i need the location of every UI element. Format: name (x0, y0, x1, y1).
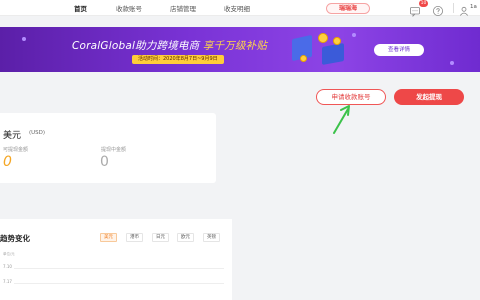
nav-item-transactions[interactable]: 收支明细 (224, 3, 250, 13)
currency-chip-hkd[interactable]: 港币 (126, 233, 143, 242)
banner-details-button[interactable]: 查看详情 (374, 44, 424, 56)
user-icon[interactable] (458, 2, 470, 16)
nav-divider (453, 3, 454, 13)
promo-banner[interactable]: CoralGlobal助力跨境电商 享千万级补贴 活动时间：2020年8月7日~… (0, 27, 480, 72)
axis-unit-label: 单位/元 (3, 252, 15, 256)
coin-icon (300, 55, 307, 62)
help-icon[interactable] (432, 2, 444, 16)
currency-chip-eur[interactable]: 欧元 (177, 233, 194, 242)
y-axis-tick: 7.17 (3, 279, 12, 284)
chart-gridline (14, 283, 224, 284)
currency-name: 美元 (3, 131, 22, 141)
coin-icon (318, 33, 328, 43)
chart-gridline (14, 268, 224, 269)
coin-icon (333, 37, 341, 45)
nav-item-home[interactable]: 首页 (74, 3, 87, 13)
nav-item-shops[interactable]: 店铺管理 (170, 3, 196, 13)
usd-balance-card: 美元 (USD) 可提现金额 提现中金额 0 0 (0, 113, 216, 183)
withdrawable-value: 0 (3, 154, 12, 170)
trend-title: 趋势变化 (0, 234, 30, 243)
user-name: 1a (470, 4, 477, 10)
banner-dot-decoration (352, 33, 356, 37)
withdrawable-label: 可提现金额 (3, 147, 29, 153)
green-arrow-annotation (333, 105, 350, 134)
currency-code: (USD) (29, 130, 46, 136)
banner-date: 活动时间：2020年8月7日~9月9日 (132, 55, 224, 64)
currency-chip-gbp[interactable]: 英镑 (203, 233, 220, 242)
currency-chip-jpy[interactable]: 日元 (152, 233, 169, 242)
pending-label: 提现中金额 (101, 147, 127, 153)
brand-badge[interactable]: 瑞瑞海 (326, 3, 370, 14)
banner-dot-decoration (450, 61, 454, 65)
top-navigation: 首页 收款账号 店铺管理 收支明细 瑞瑞海 10 1a (0, 0, 480, 17)
trend-panel: 趋势变化 美元 港币 日元 欧元 英镑 单位/元 7.10 7.17 (0, 219, 232, 300)
banner-title-highlight: 享千万级补贴 (202, 40, 268, 52)
pending-value: 0 (100, 154, 109, 170)
message-badge: 10 (419, 0, 428, 7)
currency-chip-usd[interactable]: 美元 (100, 233, 117, 242)
banner-title-main: CoralGlobal助力跨境电商 (72, 40, 200, 52)
withdraw-button[interactable]: 发起提现 (394, 89, 464, 105)
y-axis-tick: 7.10 (3, 264, 12, 269)
banner-building-decoration (322, 43, 344, 65)
banner-dot-decoration (22, 37, 26, 41)
nav-item-accounts[interactable]: 收款账号 (116, 3, 142, 13)
banner-title: CoralGlobal助力跨境电商 享千万级补贴 (72, 38, 267, 53)
